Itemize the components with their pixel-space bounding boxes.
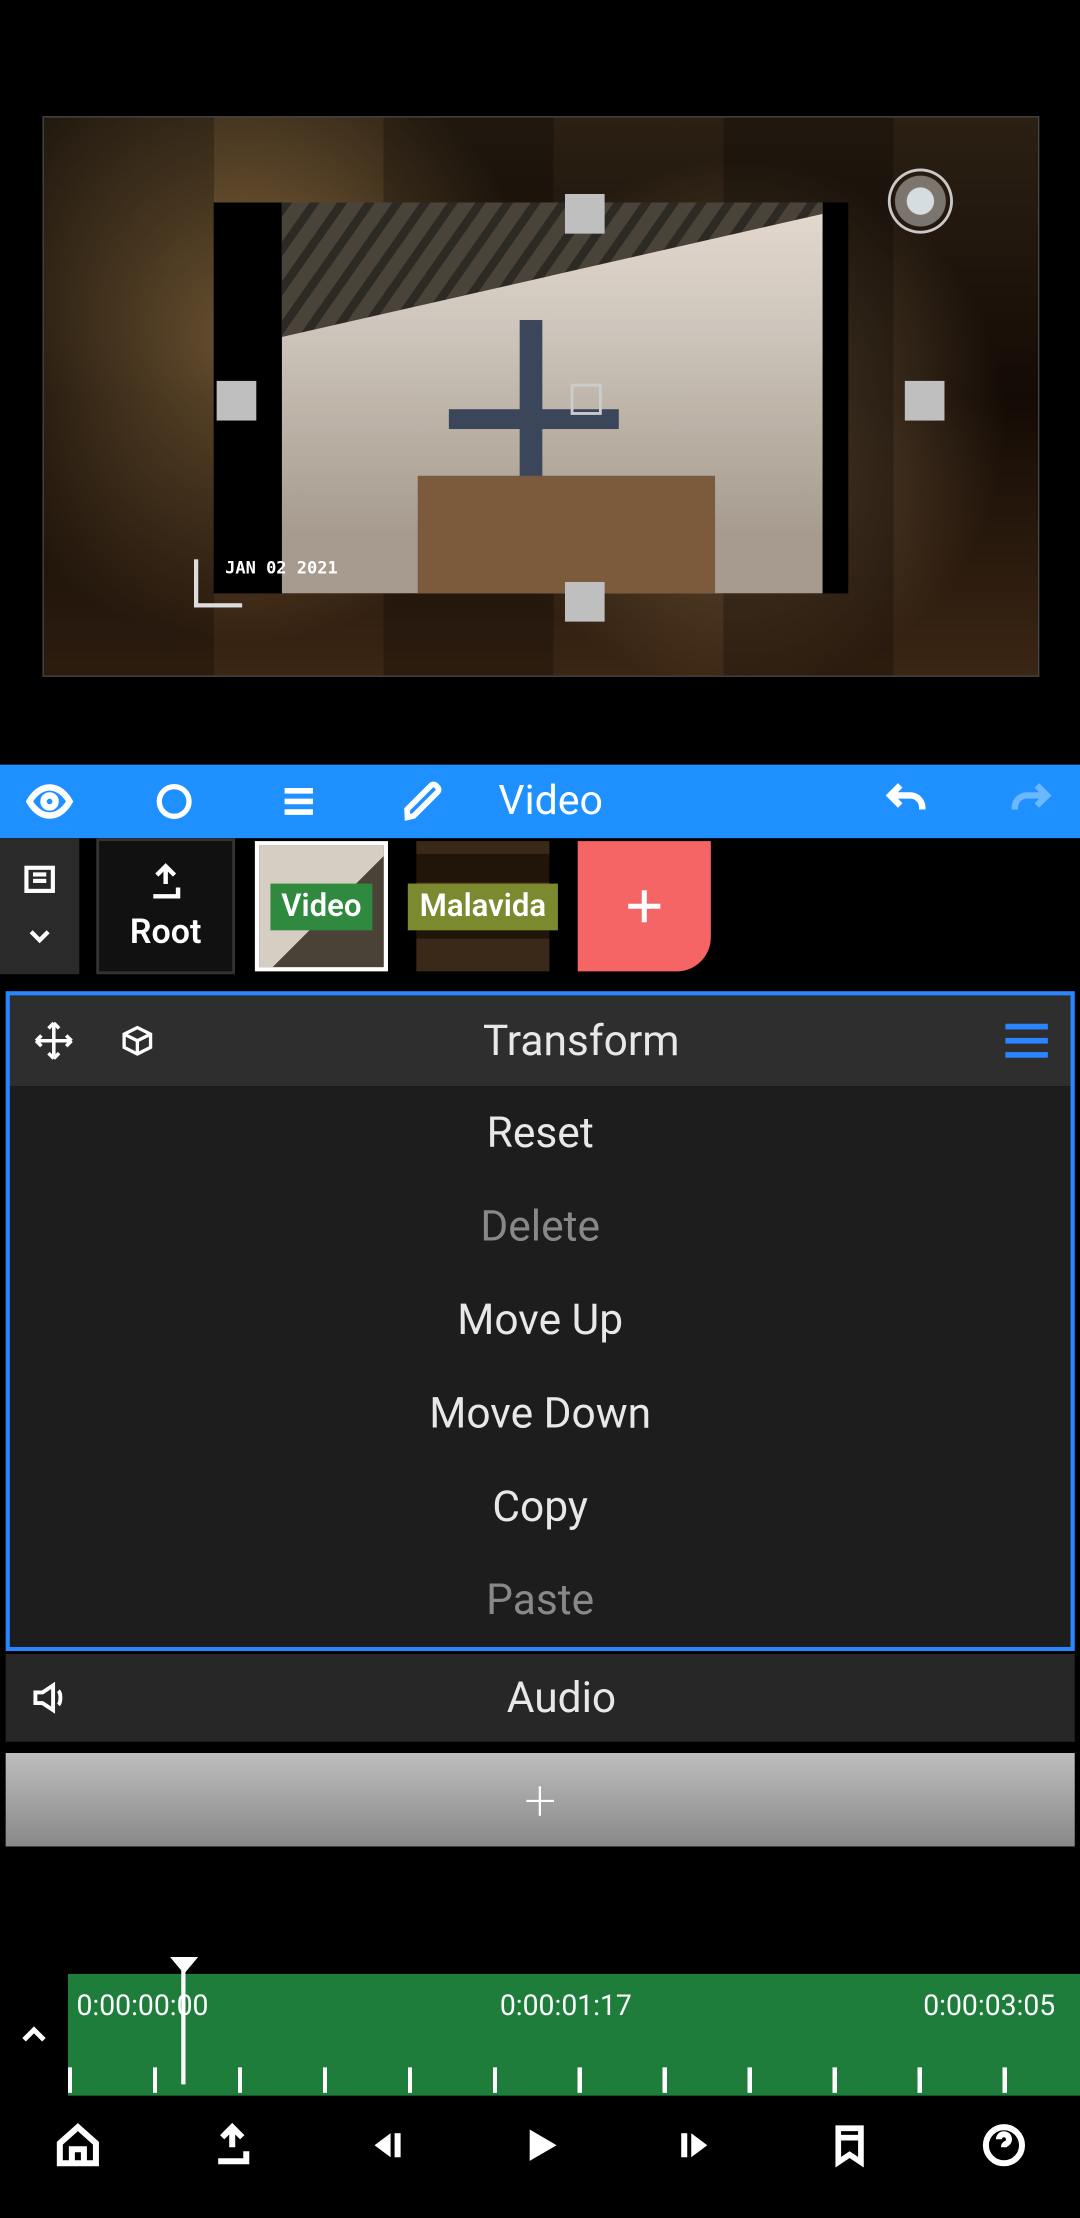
clip-building-decoration [417, 476, 714, 593]
transform-panel: Transform Reset Delete Move Up Move Down… [6, 991, 1075, 1651]
move-icon[interactable] [33, 1020, 75, 1062]
timeline-track[interactable]: 0:00:00:00 0:00:01:17 0:00:03:05 [68, 1974, 1080, 2096]
help-button[interactable] [974, 2116, 1033, 2175]
layer-side-controls [0, 838, 79, 974]
toolbar-title: Video [498, 777, 602, 825]
menu-item-paste: Paste [10, 1553, 1071, 1646]
panel-menu-button[interactable] [1005, 1024, 1047, 1058]
menu-item-move-down[interactable]: Move Down [10, 1366, 1071, 1459]
cube-icon[interactable] [118, 1021, 158, 1061]
step-forward-button[interactable] [665, 2116, 724, 2175]
menu-item-copy[interactable]: Copy [10, 1460, 1071, 1553]
root-layer-label: Root [130, 912, 201, 952]
timeline-tick: 0:00:00:00 [76, 1988, 208, 2022]
layer-thumb-label: Malavida [408, 883, 557, 930]
bottom-nav [0, 2099, 1080, 2192]
root-layer-button[interactable]: Root [96, 838, 235, 974]
resize-handle-right[interactable] [905, 381, 945, 421]
audio-label: Audio [71, 1673, 1052, 1723]
home-button[interactable] [47, 2116, 106, 2175]
resize-handle-left[interactable] [217, 381, 257, 421]
playhead[interactable] [181, 1963, 185, 2085]
add-track-button[interactable]: + [6, 1753, 1075, 1846]
play-button[interactable] [510, 2116, 569, 2175]
collapse-chevron-icon[interactable] [23, 919, 57, 953]
plus-icon: + [524, 1766, 556, 1833]
transform-panel-header: Transform [10, 995, 1071, 1086]
corner-brace-icon[interactable] [194, 559, 242, 607]
undo-button[interactable] [877, 777, 936, 825]
preview-selected-clip[interactable] [214, 202, 848, 593]
timeline-tick: 0:00:03:05 [923, 1988, 1055, 2022]
redo-button[interactable] [1001, 777, 1060, 825]
menu-item-delete: Delete [10, 1180, 1071, 1273]
menu-item-reset[interactable]: Reset [10, 1086, 1071, 1179]
share-button[interactable] [202, 2116, 261, 2175]
layer-thumb-video[interactable]: Video [255, 841, 388, 971]
layer-outline-icon[interactable] [20, 859, 60, 899]
bookmark-button[interactable] [819, 2116, 878, 2175]
resize-handle-bottom[interactable] [565, 582, 605, 622]
edit-button[interactable] [394, 780, 453, 822]
audio-section[interactable]: Audio [6, 1654, 1075, 1742]
clip-roof-decoration [282, 202, 823, 344]
step-back-button[interactable] [356, 2116, 415, 2175]
anchor-handle[interactable] [571, 384, 602, 415]
menu-item-move-up[interactable]: Move Up [10, 1273, 1071, 1366]
timeline: 0:00:00:00 0:00:01:17 0:00:03:05 [0, 1974, 1080, 2096]
add-layer-button[interactable] [578, 841, 711, 971]
preview-canvas[interactable]: JAN 02 2021 [42, 116, 1039, 677]
resize-handle-top[interactable] [565, 194, 605, 234]
export-icon [144, 861, 186, 903]
transform-menu-list: Reset Delete Move Up Move Down Copy Past… [10, 1086, 1071, 1647]
transform-panel-title: Transform [200, 1016, 963, 1066]
speaker-icon [28, 1677, 70, 1719]
hamburger-menu[interactable] [269, 780, 328, 822]
layer-strip: Root Video Malavida [0, 838, 1080, 974]
editor-toolbar: Video [0, 765, 1080, 839]
plus-icon [620, 882, 668, 930]
record-toggle[interactable] [144, 782, 203, 822]
layer-thumb-malavida[interactable]: Malavida [416, 841, 549, 971]
timeline-tick: 0:00:01:17 [500, 1988, 632, 2022]
visibility-toggle[interactable] [20, 777, 79, 825]
layer-thumb-label: Video [270, 883, 373, 930]
timeline-expand-button[interactable] [0, 2015, 68, 2055]
